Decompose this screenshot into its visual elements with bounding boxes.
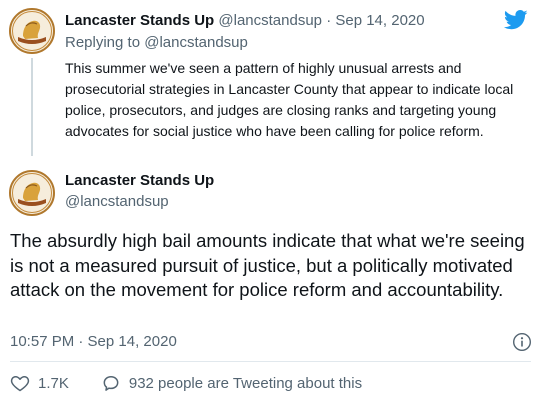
display-name[interactable]: Lancaster Stands Up	[65, 12, 214, 29]
info-icon[interactable]	[512, 332, 532, 352]
replying-to-line: Replying to @lancstandsup	[65, 33, 248, 53]
avatar[interactable]	[9, 170, 55, 216]
display-name[interactable]: Lancaster Stands Up	[65, 171, 214, 191]
like-button[interactable]: 1.7K	[10, 373, 69, 393]
main-tweet-text: The absurdly high bail amounts indicate …	[10, 230, 525, 300]
heart-icon	[10, 376, 30, 392]
fist-logo-icon	[11, 172, 53, 214]
tweet-actions-bar: 1.7K 932 people are Tweeting about this	[10, 372, 362, 394]
speech-bubble-icon	[103, 376, 119, 391]
tweet-timestamp[interactable]: 10:57 PM · Sep 14, 2020	[10, 332, 177, 352]
like-count: 1.7K	[38, 374, 69, 392]
handle[interactable]: @lancstandsup	[218, 12, 322, 29]
separator: ·	[326, 12, 332, 29]
replying-to-handle-link[interactable]: @lancstandsup	[144, 34, 248, 51]
tweet-date[interactable]: Sep 14, 2020	[335, 12, 424, 29]
twitter-bird-icon[interactable]	[504, 10, 528, 30]
fist-logo-icon	[11, 10, 53, 52]
tweeting-about-label: 932 people are Tweeting about this	[128, 374, 363, 392]
avatar[interactable]	[9, 8, 55, 54]
replying-to-label: Replying to	[65, 34, 141, 51]
tweeting-about-link[interactable]: 932 people are Tweeting about this	[101, 373, 362, 393]
tweet-embed-card: Lancaster Stands Up @lancstandsup · Sep …	[0, 0, 541, 403]
thread-connector-line	[31, 58, 33, 156]
reply-tweet-text: This summer we've seen a pattern of high…	[65, 60, 514, 139]
reply-tweet-header: Lancaster Stands Up @lancstandsup · Sep …	[65, 11, 425, 31]
divider	[10, 361, 531, 362]
handle[interactable]: @lancstandsup	[65, 192, 169, 212]
